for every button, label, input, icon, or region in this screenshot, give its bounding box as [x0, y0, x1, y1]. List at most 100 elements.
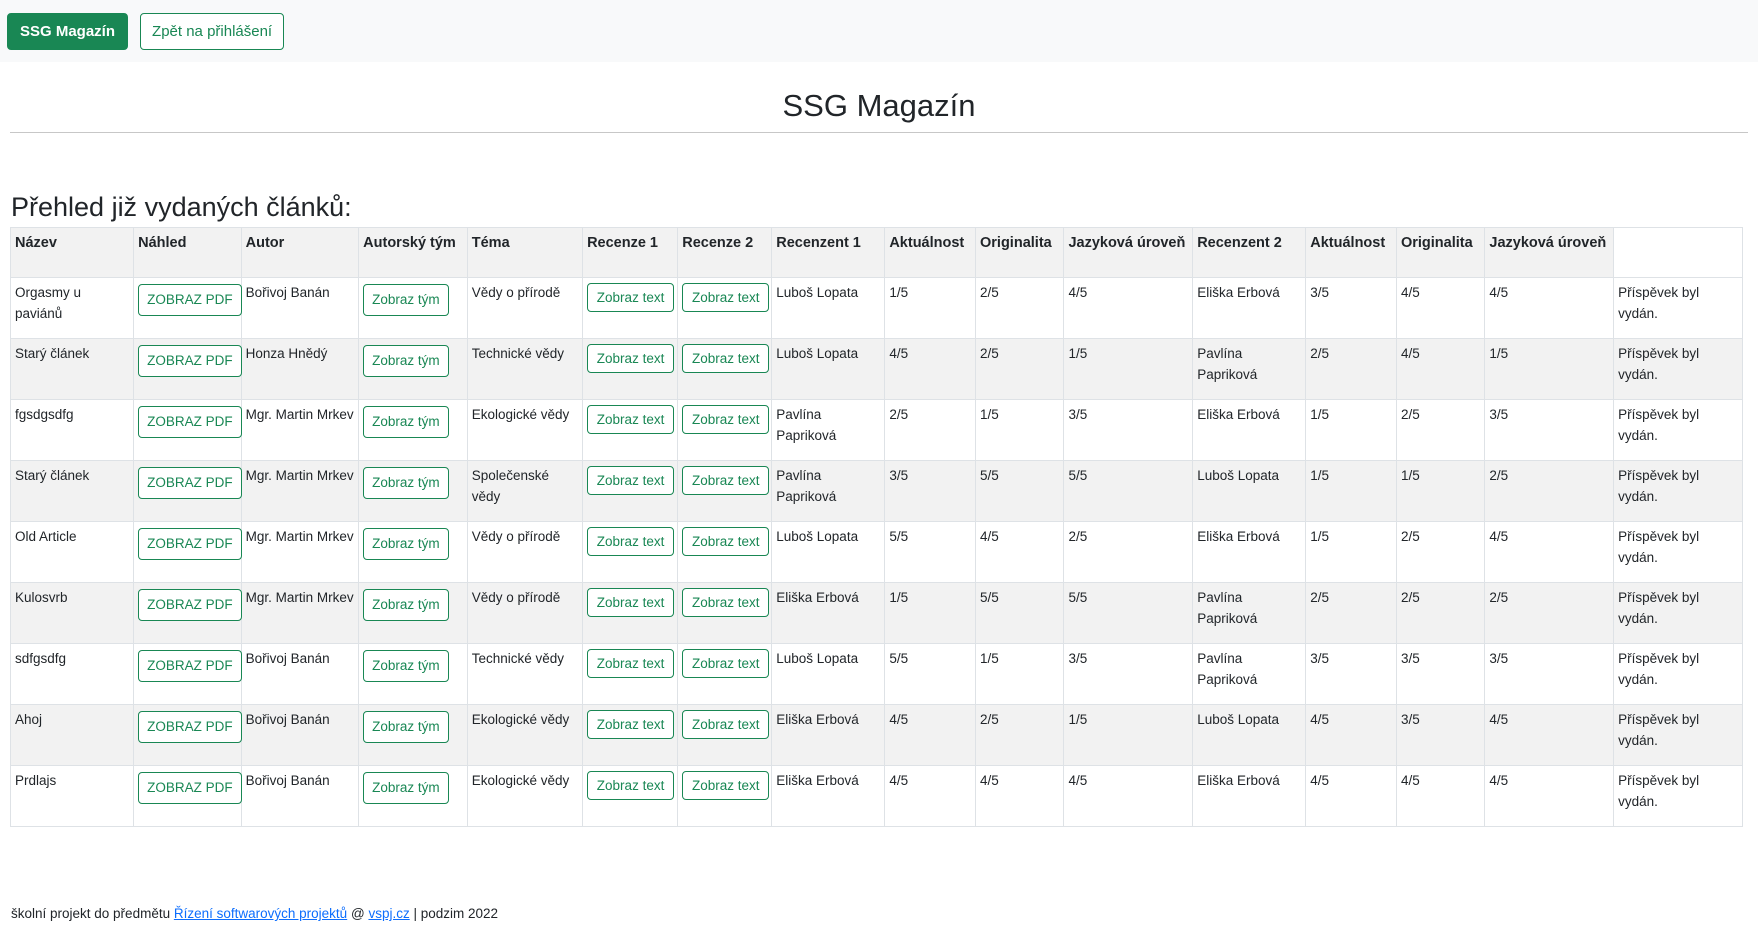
show-review-2-button[interactable]: Zobraz text	[682, 649, 770, 678]
show-pdf-button[interactable]: ZOBRAZ PDF	[138, 772, 242, 804]
show-team-button[interactable]: Zobraz tým	[363, 345, 449, 377]
show-review-1-button[interactable]: Zobraz text	[587, 344, 675, 373]
cell-status: Příspěvek byl vydán.	[1613, 338, 1743, 400]
footer-course-link[interactable]: Řízení softwarových projektů	[174, 906, 347, 921]
header-recenze-1: Recenze 1	[582, 227, 679, 278]
cell-r1-originalita: 5/5	[974, 460, 1065, 522]
page-footer: školní projekt do předmětu Řízení softwa…	[11, 906, 498, 922]
footer-school-link[interactable]: vspj.cz	[368, 906, 409, 921]
cell-topic: Vědy o přírodě	[466, 277, 584, 339]
cell-r2-originalita: 1/5	[1395, 460, 1486, 522]
cell-team: Zobraz tým	[358, 582, 468, 644]
show-review-1-button[interactable]: Zobraz text	[587, 466, 675, 495]
cell-r1-aktualnost: 3/5	[884, 460, 976, 522]
articles-table-wrapper: Název Náhled Autor Autorský tým Téma Rec…	[0, 227, 1758, 827]
table-row: Kulosvrb ZOBRAZ PDF Mgr. Martin Mrkev Zobra…	[9, 582, 1743, 644]
table-row: Orgasmy u paviánů ZOBRAZ PDF Bořivoj Banán…	[9, 277, 1743, 339]
cell-author: Bořivoj Banán	[240, 643, 360, 705]
cell-r1-aktualnost: 1/5	[884, 582, 976, 644]
cell-r1-originalita: 1/5	[974, 643, 1065, 705]
footer-prefix: školní projekt do předmětu	[11, 906, 171, 921]
cell-author: Mgr. Martin Mrkev	[240, 460, 360, 522]
cell-review-1: Zobraz text	[582, 582, 679, 644]
cell-status: Příspěvek byl vydán.	[1613, 399, 1743, 461]
show-review-1-button[interactable]: Zobraz text	[587, 710, 675, 739]
cell-r2-jazykova-uroven: 3/5	[1484, 643, 1615, 705]
show-review-1-button[interactable]: Zobraz text	[587, 771, 675, 800]
footer-at: @	[350, 906, 365, 921]
show-pdf-button[interactable]: ZOBRAZ PDF	[138, 467, 242, 499]
cell-review-1: Zobraz text	[582, 277, 679, 339]
back-to-login-button[interactable]: Zpět na přihlášení	[140, 12, 285, 50]
show-review-1-button[interactable]: Zobraz text	[587, 405, 675, 434]
show-review-2-button[interactable]: Zobraz text	[682, 283, 770, 312]
cell-r2-aktualnost: 4/5	[1305, 765, 1397, 827]
show-team-button[interactable]: Zobraz tým	[363, 406, 449, 438]
cell-review-2: Zobraz text	[677, 643, 773, 705]
cell-author: Bořivoj Banán	[240, 765, 360, 827]
show-review-1-button[interactable]: Zobraz text	[587, 588, 675, 617]
cell-r2-originalita: 2/5	[1395, 399, 1486, 461]
cell-name: Starý článek	[9, 460, 135, 522]
cell-r2-originalita: 4/5	[1395, 338, 1486, 400]
cell-name: Prdlajs	[9, 765, 135, 827]
header-nahled: Náhled	[133, 227, 242, 278]
table-row: Old Article ZOBRAZ PDF Mgr. Martin Mrkev Zo…	[9, 521, 1743, 583]
cell-r1-aktualnost: 2/5	[884, 399, 976, 461]
cell-name: Ahoj	[9, 704, 135, 766]
show-pdf-button[interactable]: ZOBRAZ PDF	[138, 284, 242, 316]
header-jazykova-uroven-2: Jazyková úroveň	[1484, 227, 1615, 278]
show-review-2-button[interactable]: Zobraz text	[682, 344, 770, 373]
show-team-button[interactable]: Zobraz tým	[363, 284, 449, 316]
show-pdf-button[interactable]: ZOBRAZ PDF	[138, 528, 242, 560]
show-team-button[interactable]: Zobraz tým	[363, 467, 449, 499]
show-review-2-button[interactable]: Zobraz text	[682, 588, 770, 617]
show-review-1-button[interactable]: Zobraz text	[587, 649, 675, 678]
cell-name: sdfgsdfg	[9, 643, 135, 705]
cell-author: Mgr. Martin Mrkev	[240, 582, 360, 644]
cell-review-2: Zobraz text	[677, 521, 773, 583]
cell-author: Honza Hnědý	[240, 338, 360, 400]
cell-r1-jazykova-uroven: 1/5	[1063, 338, 1194, 400]
show-review-1-button[interactable]: Zobraz text	[587, 283, 675, 312]
cell-status: Příspěvek byl vydán.	[1613, 521, 1743, 583]
brand-button[interactable]: SSG Magazín	[7, 12, 129, 50]
show-review-2-button[interactable]: Zobraz text	[682, 771, 770, 800]
cell-r2-jazykova-uroven: 4/5	[1484, 704, 1615, 766]
show-team-button[interactable]: Zobraz tým	[363, 711, 449, 743]
cell-team: Zobraz tým	[358, 521, 468, 583]
cell-preview: ZOBRAZ PDF	[133, 582, 242, 644]
cell-r1-originalita: 2/5	[974, 338, 1065, 400]
cell-status: Příspěvek byl vydán.	[1613, 277, 1743, 339]
show-review-2-button[interactable]: Zobraz text	[682, 466, 770, 495]
show-pdf-button[interactable]: ZOBRAZ PDF	[138, 406, 242, 438]
show-team-button[interactable]: Zobraz tým	[363, 528, 449, 560]
show-pdf-button[interactable]: ZOBRAZ PDF	[138, 345, 242, 377]
show-review-1-button[interactable]: Zobraz text	[587, 527, 675, 556]
cell-r1-aktualnost: 4/5	[884, 338, 976, 400]
cell-r1-aktualnost: 4/5	[884, 704, 976, 766]
cell-r1-jazykova-uroven: 3/5	[1063, 399, 1194, 461]
header-originalita-1: Originalita	[974, 227, 1065, 278]
cell-review-2: Zobraz text	[677, 460, 773, 522]
cell-preview: ZOBRAZ PDF	[133, 521, 242, 583]
show-review-2-button[interactable]: Zobraz text	[682, 710, 770, 739]
cell-r1-originalita: 4/5	[974, 521, 1065, 583]
show-pdf-button[interactable]: ZOBRAZ PDF	[138, 650, 242, 682]
show-team-button[interactable]: Zobraz tým	[363, 589, 449, 621]
show-team-button[interactable]: Zobraz tým	[363, 650, 449, 682]
table-row: Starý článek ZOBRAZ PDF Honza Hnědý Zobraz …	[9, 338, 1743, 400]
cell-team: Zobraz tým	[358, 338, 468, 400]
header-nazev: Název	[9, 227, 135, 278]
cell-r2-jazykova-uroven: 2/5	[1484, 460, 1615, 522]
show-team-button[interactable]: Zobraz tým	[363, 772, 449, 804]
cell-r2-originalita: 3/5	[1395, 643, 1486, 705]
header-aktualnost-2: Aktuálnost	[1305, 227, 1397, 278]
top-navbar: SSG Magazín Zpět na přihlášení	[0, 0, 1758, 62]
show-review-2-button[interactable]: Zobraz text	[682, 405, 770, 434]
cell-r2-jazykova-uroven: 2/5	[1484, 582, 1615, 644]
show-pdf-button[interactable]: ZOBRAZ PDF	[138, 589, 242, 621]
cell-review-2: Zobraz text	[677, 765, 773, 827]
show-pdf-button[interactable]: ZOBRAZ PDF	[138, 711, 242, 743]
show-review-2-button[interactable]: Zobraz text	[682, 527, 770, 556]
